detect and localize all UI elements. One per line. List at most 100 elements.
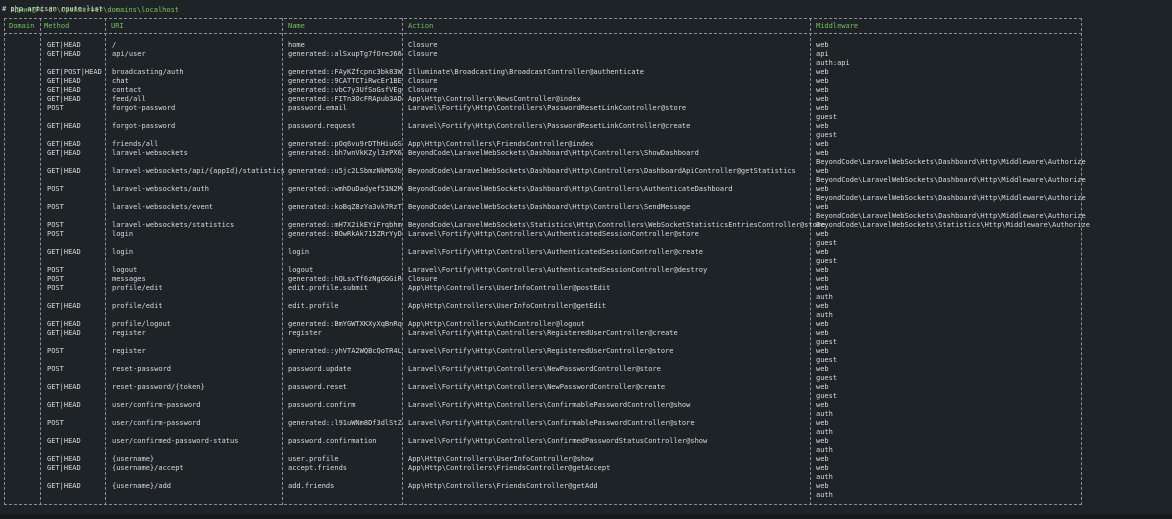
header-middleware: Middleware: [816, 22, 859, 30]
method-cell: POST: [47, 203, 64, 211]
uri-cell: [112, 392, 285, 401]
uri-cell: [112, 158, 285, 167]
header-uri: URI: [111, 22, 124, 30]
uri-cell: [112, 374, 285, 383]
middleware-cell: BeyondCode\LaravelWebSockets\Statistics\…: [816, 221, 1090, 229]
name-cell: password.confirmation: [288, 437, 377, 445]
action-cell: [408, 131, 825, 140]
name-cell: [288, 374, 402, 383]
action-cell: Laravel\Fortify\Http\Controllers\Authent…: [408, 266, 708, 274]
action-cell: Illuminate\Broadcasting\BroadcastControl…: [408, 68, 645, 76]
method-cell: GET|HEAD: [47, 464, 81, 472]
action-cell: BeyondCode\LaravelWebSockets\Dashboard\H…: [408, 203, 691, 211]
action-cell: Closure: [408, 50, 438, 58]
action-cell: [408, 374, 825, 383]
middleware-cell: web: [816, 248, 829, 256]
action-cell: [408, 410, 825, 419]
middleware-cell: BeyondCode\LaravelWebSockets\Dashboard\H…: [816, 212, 1086, 220]
command-line: # php artisan route:list: [2, 5, 104, 13]
action-cell: Closure: [408, 275, 438, 283]
action-cell: App\Http\Controllers\AuthController@logo…: [408, 320, 586, 328]
middleware-cell: web: [816, 347, 829, 355]
name-cell: edit.profile: [288, 302, 339, 310]
name-cell: [288, 446, 402, 455]
uri-cell: feed/all: [112, 95, 146, 103]
name-cell: add.friends: [288, 482, 335, 490]
action-cell: [408, 428, 825, 437]
action-cell: [408, 194, 825, 203]
header-name: Name: [288, 22, 305, 30]
method-cell: GET|HEAD: [47, 482, 81, 490]
route-table: Domain Method URI Name Action Middleware…: [4, 18, 1090, 505]
middleware-cell: web: [816, 41, 829, 49]
middleware-cell: guest: [816, 338, 838, 346]
name-cell: generated::BmYGWTXKXyXqBnRq: [288, 320, 402, 328]
name-cell: password.email: [288, 104, 348, 112]
uri-cell: laravel-websockets/auth: [112, 185, 209, 193]
uri-cell: laravel-websockets/api/{appId}/statistic…: [112, 167, 285, 175]
method-cell: [47, 293, 102, 302]
middleware-cell: web: [816, 365, 829, 373]
method-cell: POST: [47, 365, 64, 373]
action-cell: Closure: [408, 77, 438, 85]
name-cell: [288, 176, 402, 185]
method-cell: POST: [47, 275, 64, 283]
middleware-cell: web: [816, 284, 829, 292]
method-cell: [47, 257, 102, 266]
method-cell: GET|HEAD: [47, 140, 81, 148]
uri-cell: {username}/add: [112, 482, 172, 490]
name-cell: [288, 338, 402, 347]
name-cell: generated::FITn3OcFRApub3AD: [288, 95, 402, 103]
method-cell: GET|HEAD: [47, 455, 81, 463]
action-cell: [408, 491, 825, 500]
name-cell: generated::koBqZ8zYa3vk7RzT: [288, 203, 402, 211]
method-cell: GET|HEAD: [47, 77, 81, 85]
middleware-cell: auth: [816, 410, 833, 418]
col-divider: [105, 18, 106, 505]
action-cell: BeyondCode\LaravelWebSockets\Dashboard\H…: [408, 167, 796, 175]
action-cell: Closure: [408, 41, 438, 49]
name-cell: generated::vbC7y3UfSoGsfVEg: [288, 86, 402, 94]
name-cell: register: [288, 329, 322, 337]
middleware-cell: guest: [816, 131, 838, 139]
method-cell: GET|POST|HEAD: [47, 68, 102, 76]
method-cell: [47, 446, 102, 455]
middleware-cell: web: [816, 185, 829, 193]
middleware-cell: web: [816, 104, 829, 112]
action-column: Closure Closure Illuminate\Broadcasting\Br…: [408, 41, 825, 500]
uri-cell: chat: [112, 77, 129, 85]
name-cell: password.confirm: [288, 401, 356, 409]
uri-column: / api/user broadcasting/auth chat contact fee…: [112, 41, 285, 500]
name-cell: generated::hQLsxTf6zNgGGGiR: [288, 275, 402, 283]
middleware-cell: auth: [816, 428, 833, 436]
middleware-cell: auth: [816, 311, 833, 319]
method-cell: GET|HEAD: [47, 41, 81, 49]
method-cell: GET|HEAD: [47, 320, 81, 328]
method-cell: [47, 194, 102, 203]
method-cell: [47, 392, 102, 401]
method-cell: [47, 113, 102, 122]
name-cell: [288, 131, 402, 140]
uri-cell: user/confirmed-password-status: [112, 437, 239, 445]
middleware-cell: web: [816, 140, 829, 148]
middleware-cell: web: [816, 329, 829, 337]
action-cell: [408, 473, 825, 482]
middleware-cell: auth: [816, 293, 833, 301]
method-cell: [47, 158, 102, 167]
name-cell: [288, 59, 402, 68]
uri-cell: profile/logout: [112, 320, 172, 328]
action-cell: App\Http\Controllers\UserInfoController@…: [408, 284, 611, 292]
col-divider: [40, 18, 41, 505]
name-cell: generated::l91uWNm8Df3dlStZ: [288, 419, 402, 427]
action-cell: [408, 392, 825, 401]
middleware-cell: auth:api: [816, 59, 850, 67]
action-cell: Laravel\Fortify\Http\Controllers\NewPass…: [408, 383, 666, 391]
middleware-cell: auth: [816, 473, 833, 481]
uri-cell: [112, 446, 285, 455]
action-cell: Laravel\Fortify\Http\Controllers\NewPass…: [408, 365, 661, 373]
middleware-column: web api auth:api web web web web web guest web gue…: [816, 41, 1090, 500]
middleware-cell: web: [816, 464, 829, 472]
action-cell: [408, 59, 825, 68]
name-cell: generated::alSxupTg7fOreJ66: [288, 50, 402, 58]
middleware-cell: web: [816, 86, 829, 94]
